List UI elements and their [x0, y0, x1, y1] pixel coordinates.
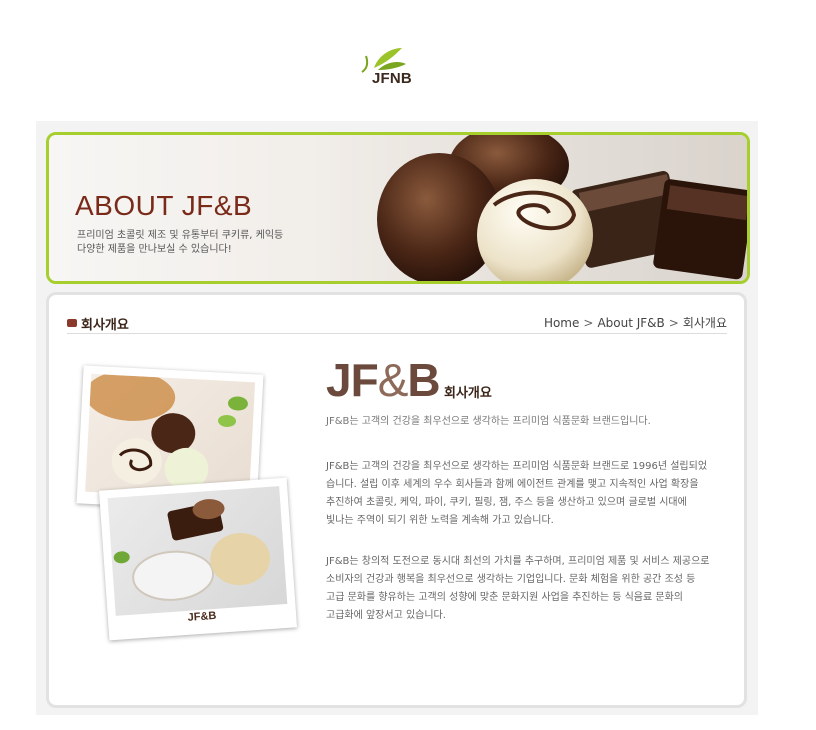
- breadcrumb-home[interactable]: Home: [544, 316, 579, 330]
- bullet-icon: [67, 319, 77, 327]
- paragraph-line: 고급 문화를 향유하는 고객의 성향에 맞춘 문화지원 사업을 추진하는 등 식…: [326, 592, 683, 603]
- brand-jf: JF: [326, 354, 379, 406]
- banner-title: ABOUT JF&B: [75, 190, 253, 221]
- intro-paragraph-1: JF&B는 고객의 건강을 최우선으로 생각하는 프리미엄 식품문화 브랜드로 …: [326, 458, 726, 530]
- paragraph-line: 추진하여 초콜릿, 케익, 파이, 쿠키, 필링, 잼, 주스 등을 생산하고 …: [326, 497, 687, 508]
- brand-subtitle: 회사개요: [444, 386, 492, 401]
- brand-logo-text: JF&B: [326, 354, 441, 406]
- banner-subtitle-line1: 프리미엄 초콜릿 제조 및 유통부터 쿠키류, 케익등: [77, 230, 284, 241]
- about-banner: ABOUT JF&B 프리미엄 초콜릿 제조 및 유통부터 쿠키류, 케익등 다…: [46, 132, 750, 284]
- breadcrumb: Home > About JF&B > 회사개요: [544, 314, 727, 331]
- section-header: 회사개요 Home > About JF&B > 회사개요: [67, 313, 727, 334]
- paragraph-line: JF&B는 고객의 건강을 최우선으로 생각하는 프리미엄 식품문화 브랜드로 …: [326, 461, 708, 472]
- banner-subtitle-line2: 다양한 제품을 만나보실 수 있습니다!: [77, 244, 232, 255]
- brand-heading: JF&B 회사개요: [326, 354, 492, 406]
- cookie-photo: JF&B: [98, 477, 298, 641]
- breadcrumb-about[interactable]: About JF&B: [597, 316, 664, 330]
- breadcrumb-separator: >: [668, 316, 679, 330]
- logo-text: JFNB: [372, 70, 412, 87]
- paragraph-line: 고급화에 앞장서고 있습니다.: [326, 610, 446, 621]
- breadcrumb-separator: >: [583, 316, 594, 330]
- chocolate-image: [329, 135, 747, 281]
- brand-amp: &: [377, 354, 409, 406]
- section-title: 회사개요: [81, 318, 129, 333]
- jfnb-logo[interactable]: JFNB: [356, 44, 426, 90]
- cookie-photo-image: [107, 486, 288, 616]
- paragraph-line: 빛나는 주역이 되기 위한 노력을 계속해 가고 있습니다.: [326, 515, 554, 526]
- brand-b: B: [407, 354, 440, 406]
- paragraph-line: 소비자의 건강과 행복을 최우선으로 생각하는 기업입니다. 문화 체험을 위한…: [326, 574, 696, 585]
- banner-subtitle: 프리미엄 초콜릿 제조 및 유통부터 쿠키류, 케익등 다양한 제품을 만나보실…: [77, 229, 283, 257]
- breadcrumb-current: 회사개요: [682, 316, 727, 330]
- brand-tagline: JF&B는 고객의 건강을 최우선으로 생각하는 프리미엄 식품문화 브랜드입니…: [326, 416, 651, 427]
- paragraph-line: 습니다. 설립 이후 세계의 우수 회사들과 함께 에이전트 관계를 맺고 지속…: [326, 479, 699, 490]
- paragraph-line: JF&B는 창의적 도전으로 동시대 최선의 가치를 추구하며, 프리미엄 제품…: [326, 556, 710, 567]
- intro-paragraph-2: JF&B는 창의적 도전으로 동시대 최선의 가치를 추구하며, 프리미엄 제품…: [326, 553, 726, 625]
